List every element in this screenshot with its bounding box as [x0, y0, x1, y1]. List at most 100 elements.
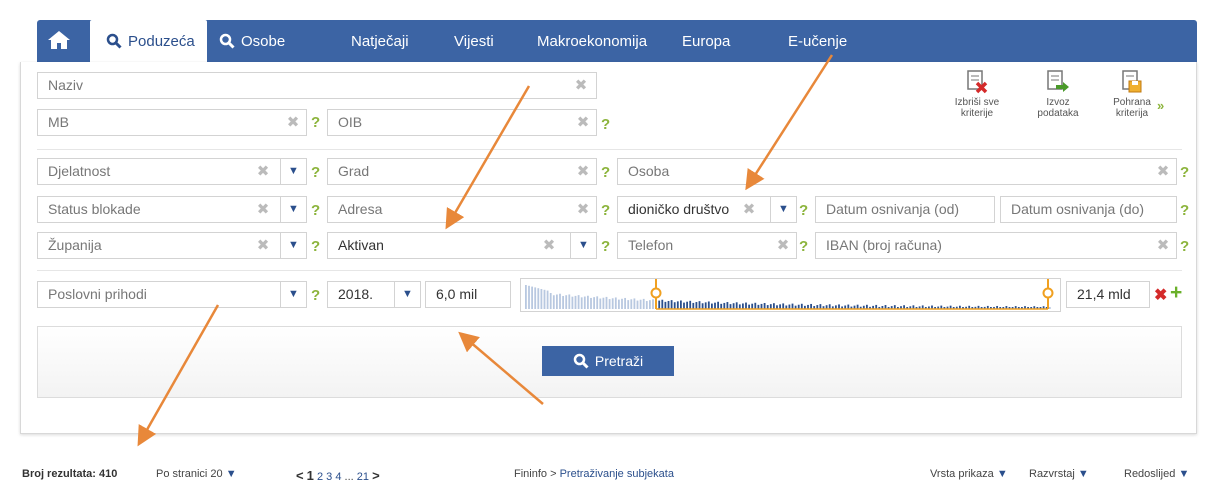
- iban-input[interactable]: IBAN (broj računa) ✖: [815, 232, 1177, 259]
- chevron-down-icon[interactable]: ▼: [280, 282, 306, 307]
- clear-icon[interactable]: ✖: [576, 197, 590, 222]
- help-icon[interactable]: ?: [311, 164, 320, 181]
- histogram-bar: [531, 286, 533, 309]
- per-page-select[interactable]: Po stranici 20 ▼: [156, 468, 237, 480]
- page-link[interactable]: 2: [317, 471, 323, 483]
- range-min-input[interactable]: 6,0 mil: [425, 281, 511, 308]
- breadcrumb-current: Pretraživanje subjekata: [559, 468, 674, 480]
- prev-page-link[interactable]: <: [296, 468, 304, 483]
- home-icon[interactable]: [47, 30, 71, 52]
- tab-osobe[interactable]: Osobe: [219, 20, 285, 62]
- help-icon[interactable]: ?: [601, 238, 610, 255]
- chevron-down-icon[interactable]: ▼: [280, 233, 306, 258]
- breadcrumb-root[interactable]: Fininfo: [514, 468, 547, 480]
- page-link[interactable]: 4: [335, 471, 341, 483]
- histogram-bar: [565, 295, 568, 309]
- clear-icon[interactable]: ✖: [1156, 159, 1170, 184]
- clear-icon[interactable]: ✖: [286, 110, 300, 135]
- histogram-bar: [751, 303, 754, 309]
- view-type-select[interactable]: Vrsta prikaza ▼: [930, 468, 1008, 480]
- tab-poduzeca[interactable]: Poduzeća: [90, 20, 207, 64]
- save-criteria-button[interactable]: Pohrana kriterija: [1110, 70, 1154, 119]
- djelatnost-select[interactable]: Djelatnost ✖ ▼: [37, 158, 307, 185]
- histogram-bar: [1048, 307, 1051, 309]
- add-criterion-icon[interactable]: +: [1170, 281, 1182, 305]
- histogram-bar: [745, 302, 747, 309]
- histogram-bar: [556, 294, 558, 309]
- naziv-input[interactable]: Naziv ✖: [37, 72, 597, 99]
- order-select[interactable]: Redoslijed ▼: [1124, 468, 1189, 480]
- help-icon[interactable]: ?: [799, 202, 808, 219]
- clear-icon[interactable]: ✖: [1156, 233, 1170, 258]
- chevron-down-icon[interactable]: ▼: [770, 197, 796, 222]
- oib-input[interactable]: OIB ✖: [327, 109, 597, 136]
- pravni-oblik-select[interactable]: dioničko društvo ✖ ▼: [617, 196, 797, 223]
- clear-icon[interactable]: ✖: [256, 159, 270, 184]
- expand-chevron-icon[interactable]: »: [1157, 98, 1164, 113]
- page-link[interactable]: 3: [326, 471, 332, 483]
- chevron-down-icon[interactable]: ▼: [280, 159, 306, 184]
- histogram-bar: [676, 301, 679, 309]
- adresa-input[interactable]: Adresa ✖: [327, 196, 597, 223]
- range-max-input[interactable]: 21,4 mld: [1066, 281, 1150, 308]
- range-handle: [650, 287, 662, 299]
- chevron-down-icon[interactable]: ▼: [280, 197, 306, 222]
- chevron-down-icon: ▼: [996, 468, 1008, 480]
- tab-e-ucenje[interactable]: E-učenje: [788, 20, 847, 62]
- help-icon[interactable]: ?: [311, 238, 320, 255]
- aktivan-select[interactable]: Aktivan ✖ ▼: [327, 232, 597, 259]
- osoba-input[interactable]: Osoba ✖: [617, 158, 1177, 185]
- tab-makroekonomija[interactable]: Makroekonomija: [537, 20, 647, 62]
- remove-criterion-icon[interactable]: ✖: [1154, 285, 1167, 305]
- help-icon[interactable]: ?: [311, 287, 320, 304]
- histogram-bar: [695, 302, 698, 309]
- sort-select[interactable]: Razvrstaj ▼: [1029, 468, 1089, 480]
- clear-icon[interactable]: ✖: [776, 233, 790, 258]
- histogram-bar: [649, 300, 651, 309]
- godina-select[interactable]: 2018. ▼: [327, 281, 421, 308]
- help-icon[interactable]: ?: [601, 202, 610, 219]
- clear-icon[interactable]: ✖: [256, 197, 270, 222]
- tab-natjecaji[interactable]: Natječaji: [351, 20, 409, 62]
- status-blokade-select[interactable]: Status blokade ✖ ▼: [37, 196, 307, 223]
- zupanija-select[interactable]: Županija ✖ ▼: [37, 232, 307, 259]
- help-icon[interactable]: ?: [311, 202, 320, 219]
- tab-vijesti[interactable]: Vijesti: [454, 20, 494, 62]
- page-link[interactable]: 21: [357, 471, 369, 483]
- clear-icon[interactable]: ✖: [576, 159, 590, 184]
- help-icon[interactable]: ?: [601, 164, 610, 181]
- clear-icon[interactable]: ✖: [576, 110, 590, 135]
- page-link[interactable]: 1: [307, 468, 314, 483]
- chevron-down-icon[interactable]: ▼: [394, 282, 420, 307]
- help-icon[interactable]: ?: [1180, 164, 1189, 181]
- clear-icon[interactable]: ✖: [542, 233, 556, 258]
- help-icon[interactable]: ?: [799, 238, 808, 255]
- range-histogram-slider[interactable]: [520, 278, 1061, 312]
- search-button[interactable]: Pretraži: [542, 346, 674, 376]
- mb-input[interactable]: MB ✖: [37, 109, 307, 136]
- page-ellipsis: ...: [344, 471, 354, 483]
- poslovni-prihodi-select[interactable]: Poslovni prihodi ▼: [37, 281, 307, 308]
- grad-input[interactable]: Grad ✖: [327, 158, 597, 185]
- tab-europa[interactable]: Europa: [682, 20, 730, 62]
- histogram-bar: [711, 303, 713, 309]
- datum-osnivanja-do-input[interactable]: Datum osnivanja (do): [1000, 196, 1177, 223]
- chevron-down-icon[interactable]: ▼: [570, 233, 596, 258]
- histogram-bar: [698, 301, 701, 309]
- next-page-link[interactable]: >: [372, 468, 380, 483]
- telefon-input[interactable]: Telefon ✖: [617, 232, 797, 259]
- main-navbar: Poduzeća Osobe Natječaji Vijesti Makroek…: [37, 20, 1197, 64]
- histogram-bar: [720, 303, 723, 309]
- clear-all-criteria-button[interactable]: Izbriši sve kriterije: [952, 70, 1002, 119]
- histogram-bar: [559, 293, 561, 309]
- histogram-bar: [667, 300, 670, 309]
- datum-osnivanja-od-input[interactable]: Datum osnivanja (od): [815, 196, 995, 223]
- help-icon[interactable]: ?: [601, 116, 610, 133]
- help-icon[interactable]: ?: [311, 114, 320, 131]
- export-data-button[interactable]: Izvoz podataka: [1030, 70, 1086, 119]
- help-icon[interactable]: ?: [1180, 238, 1189, 255]
- clear-icon[interactable]: ✖: [742, 197, 756, 222]
- clear-icon[interactable]: ✖: [256, 233, 270, 258]
- clear-icon[interactable]: ✖: [574, 73, 588, 98]
- help-icon[interactable]: ?: [1180, 202, 1189, 219]
